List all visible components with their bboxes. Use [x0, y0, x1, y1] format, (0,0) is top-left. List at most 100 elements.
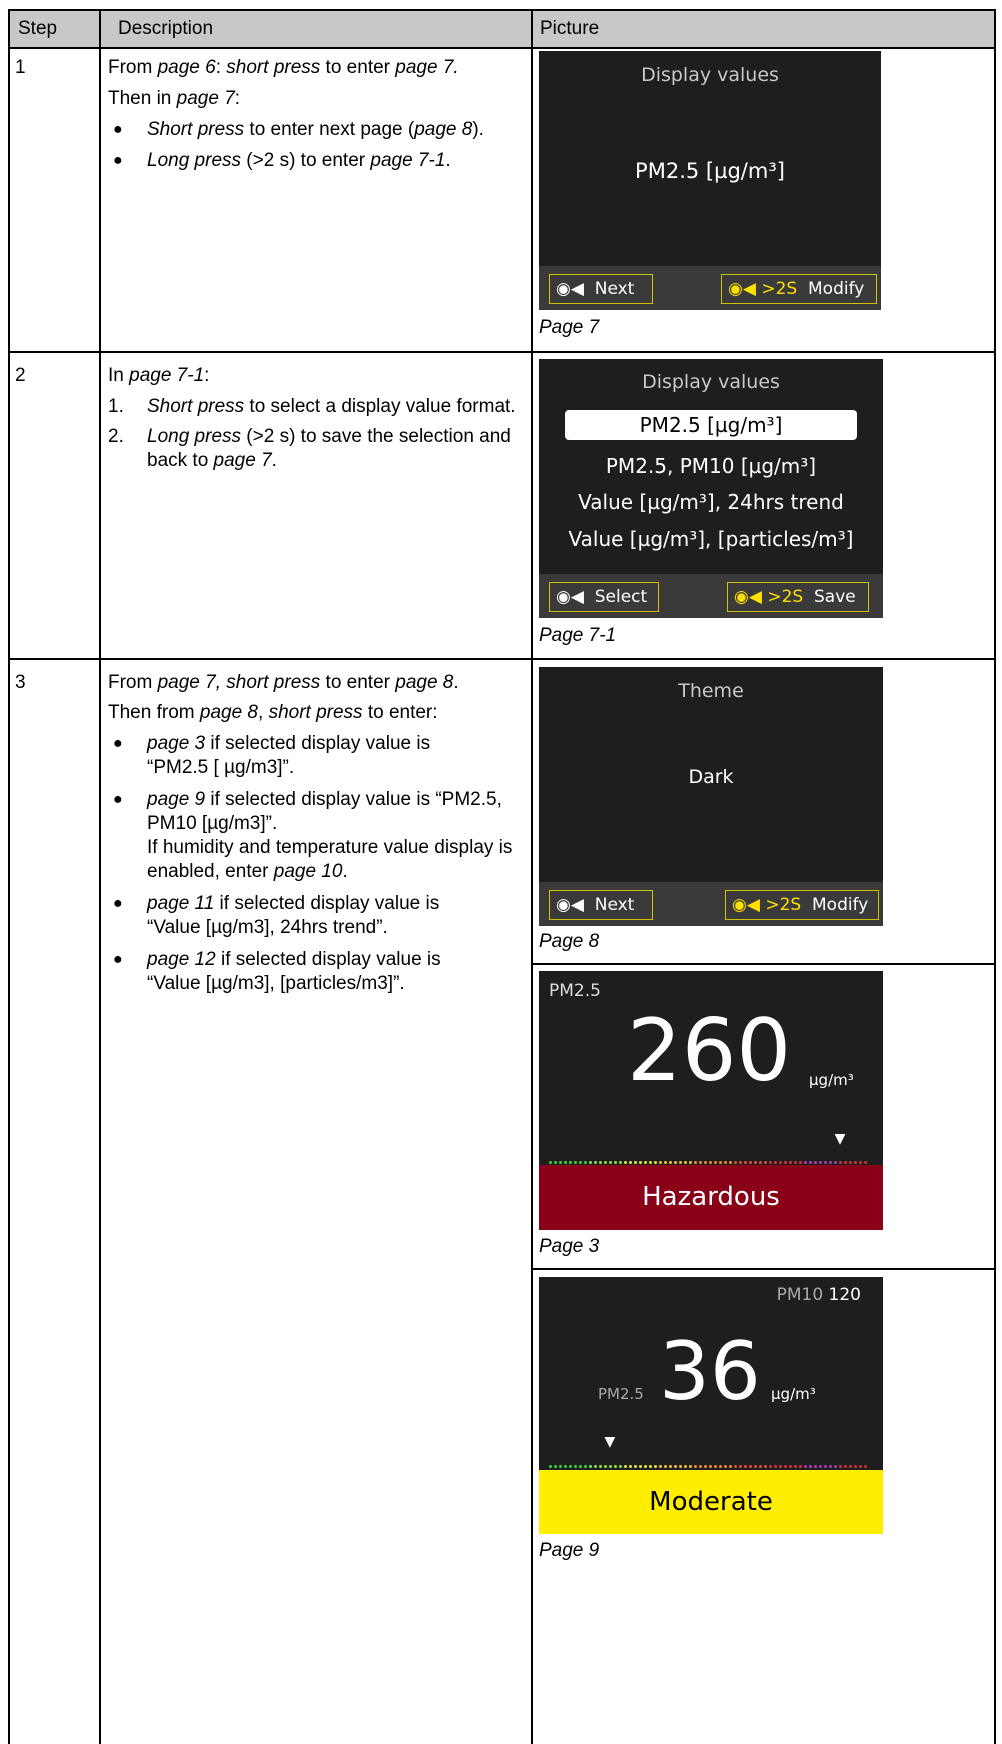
scale-dot [569, 1161, 572, 1164]
scale-dot [669, 1161, 672, 1164]
row2-num2: 2. [108, 426, 124, 447]
screen-title: Display values [641, 64, 779, 86]
bullet-icon: ● [113, 735, 123, 752]
scale-dot [554, 1465, 557, 1468]
scale-dot [599, 1161, 602, 1164]
scale-dot [844, 1161, 847, 1164]
scale-dot [794, 1161, 797, 1164]
scale-dot [814, 1161, 817, 1164]
scale-dot [699, 1161, 702, 1164]
scale-dot [744, 1465, 747, 1468]
row2-item2-cont: back to page 7. [147, 450, 277, 471]
scale-dot [694, 1161, 697, 1164]
scale-dot [684, 1465, 687, 1468]
scale-dot [634, 1161, 637, 1164]
scale-dot [859, 1161, 862, 1164]
header-picture: Picture [540, 18, 600, 39]
scale-dot [579, 1465, 582, 1468]
screen-value: PM2.5 [µg/m³] [635, 159, 785, 183]
scale-dot [694, 1465, 697, 1468]
scale-dot [689, 1465, 692, 1468]
scale-dot [784, 1161, 787, 1164]
screen-page-8: Theme Dark ◉◀ Next ◉◀ >2S Modify [539, 667, 883, 926]
screen-page-3: PM2.5 260 µg/m³ ▼ Hazardous [539, 971, 883, 1230]
long-press-icon: ◉◀ [728, 279, 756, 299]
scale-dot [784, 1465, 787, 1468]
scale-dot [764, 1465, 767, 1468]
row3-step: 3 [15, 672, 26, 693]
scale-dot [589, 1465, 592, 1468]
pm-label: PM2.5 [549, 981, 601, 1001]
table-border-row1 [8, 351, 995, 353]
scale-dot [689, 1161, 692, 1164]
scale-dot [624, 1465, 627, 1468]
scale-dot [629, 1465, 632, 1468]
row3-line1: From page 7, short press to enter page 8… [108, 672, 459, 693]
scale-dot [834, 1465, 837, 1468]
caption-page-7-1: Page 7-1 [539, 625, 617, 646]
option-4: Value [µg/m³], [particles/m³] [568, 527, 854, 551]
scale-dot [654, 1161, 657, 1164]
scale-dot [574, 1161, 577, 1164]
scale-dot [614, 1161, 617, 1164]
scale-dot [814, 1465, 817, 1468]
next-button: ◉◀ Next [549, 890, 653, 920]
scale-dot [589, 1161, 592, 1164]
level-scale [549, 1147, 873, 1186]
scale-dot [639, 1465, 642, 1468]
row3-bullet2-note: If humidity and temperature value displa… [147, 837, 513, 858]
pm10-value: 120 [828, 1285, 861, 1305]
screen-page-9: PM10 120 PM2.5 36 µg/m³ ▼ Moderate [539, 1277, 883, 1534]
scale-dot [809, 1161, 812, 1164]
col-border-1 [99, 9, 101, 1744]
screen-page-7-1: Display values PM2.5 [µg/m³] PM2.5, PM10… [539, 359, 883, 618]
screen-button-bar: ◉◀ Next ◉◀ >2S Modify [539, 882, 883, 926]
row3-bullet2: page 9 if selected display value is “PM2… [147, 789, 502, 810]
scale-dot [604, 1161, 607, 1164]
scale-dot [639, 1161, 642, 1164]
scale-dot [604, 1465, 607, 1468]
header-step: Step [18, 18, 58, 39]
caption-page-9: Page 9 [539, 1540, 600, 1561]
scale-dot [654, 1465, 657, 1468]
pm-unit: µg/m³ [809, 1071, 854, 1089]
level-indicator-icon: ▼ [834, 1131, 846, 1147]
scale-dot [844, 1465, 847, 1468]
scale-dot [564, 1161, 567, 1164]
scale-dot [719, 1465, 722, 1468]
row1-step: 1 [15, 57, 26, 78]
scale-dot [754, 1161, 757, 1164]
bullet-icon: ● [113, 791, 123, 808]
table-border-right [994, 9, 996, 1744]
scale-dot [664, 1161, 667, 1164]
scale-dot [799, 1465, 802, 1468]
scale-dot [584, 1465, 587, 1468]
pm-value: 36 [659, 1325, 761, 1418]
row3-bullet1: page 3 if selected display value is [147, 733, 431, 754]
scale-dot [859, 1465, 862, 1468]
scale-dot [854, 1465, 857, 1468]
screen-button-bar: ◉◀ Select ◉◀ >2S Save [539, 574, 883, 618]
scale-dot [829, 1465, 832, 1468]
scale-dot [754, 1465, 757, 1468]
header-description: Description [118, 18, 214, 39]
scale-dot [684, 1161, 687, 1164]
next-button: ◉◀ Next [549, 274, 653, 304]
scale-dot [779, 1161, 782, 1164]
scale-dot [714, 1161, 717, 1164]
scale-dot [584, 1161, 587, 1164]
scale-dot [704, 1161, 707, 1164]
row3-bullet4: page 12 if selected display value is [147, 949, 441, 970]
scale-dot [804, 1161, 807, 1164]
scale-dot [714, 1465, 717, 1468]
scale-dot [549, 1465, 552, 1468]
scale-dot [794, 1465, 797, 1468]
scale-dot [709, 1465, 712, 1468]
scale-dot [669, 1465, 672, 1468]
row2-step: 2 [15, 365, 26, 386]
scale-dot [579, 1161, 582, 1164]
scale-dot [699, 1465, 702, 1468]
bullet-icon: ● [113, 152, 123, 169]
pm-unit: µg/m³ [771, 1385, 816, 1403]
scale-dot [739, 1161, 742, 1164]
